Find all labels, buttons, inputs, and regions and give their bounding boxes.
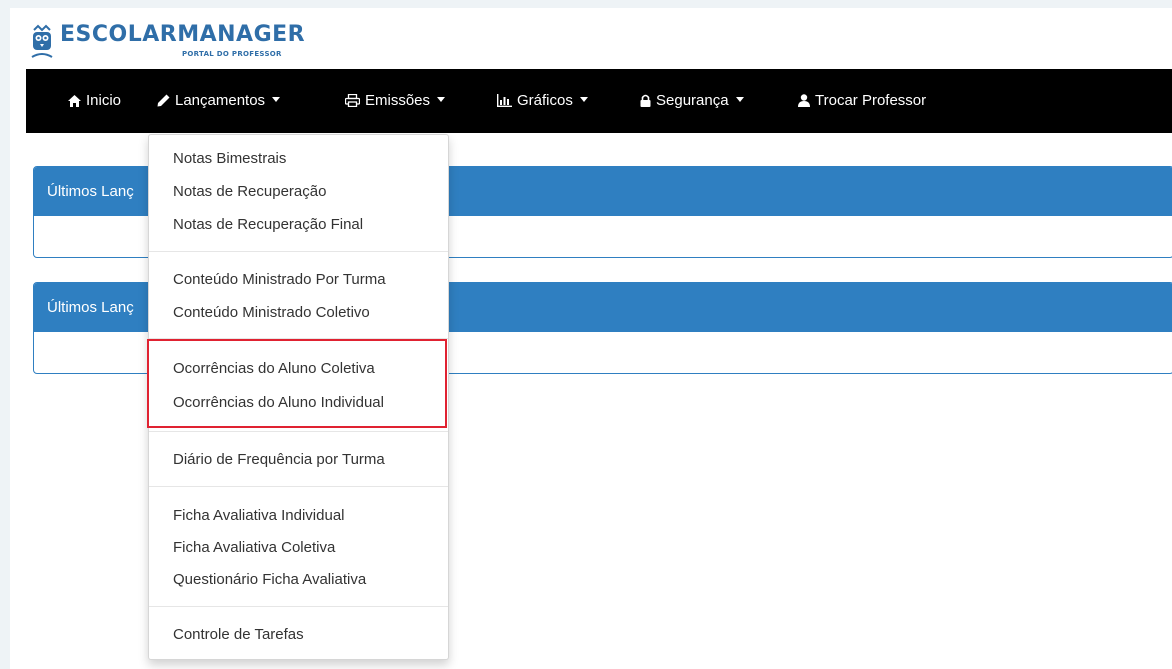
page: ESCOLARMANAGER PORTAL DO PROFESSOR Inici… bbox=[10, 8, 1172, 669]
menu-item-questionario-ficha[interactable]: Questionário Ficha Avaliativa bbox=[173, 571, 366, 588]
nav-trocar-professor-label: Trocar Professor bbox=[815, 92, 927, 109]
user-icon bbox=[798, 94, 810, 107]
menu-item-diario-frequencia[interactable]: Diário de Frequência por Turma bbox=[173, 451, 385, 468]
print-icon bbox=[344, 93, 361, 108]
nav-inicio[interactable]: Inicio bbox=[68, 69, 121, 133]
logo-title: ESCOLARMANAGER bbox=[60, 22, 306, 47]
menu-item-ficha-coletiva[interactable]: Ficha Avaliativa Coletiva bbox=[173, 539, 335, 556]
owl-logo-icon bbox=[31, 24, 53, 58]
home-icon bbox=[68, 95, 81, 107]
nav-inicio-label: Inicio bbox=[86, 92, 122, 109]
menu-divider bbox=[149, 606, 448, 607]
menu-divider bbox=[149, 338, 448, 339]
logo-subtitle: PORTAL DO PROFESSOR bbox=[182, 50, 282, 58]
bar-chart-icon bbox=[497, 94, 512, 107]
menu-divider bbox=[149, 431, 448, 432]
menu-item-ocorrencias-coletiva[interactable]: Ocorrências do Aluno Coletiva bbox=[173, 360, 375, 377]
menu-item-controle-tarefas[interactable]: Controle de Tarefas bbox=[173, 626, 304, 643]
nav-trocar-professor[interactable]: Trocar Professor bbox=[798, 69, 926, 133]
nav-emissoes-label: Emissões bbox=[365, 92, 431, 109]
nav-emissoes[interactable]: Emissões bbox=[344, 69, 446, 133]
menu-divider bbox=[149, 486, 448, 487]
nav-graficos-label: Gráficos bbox=[517, 92, 573, 109]
nav-seguranca-label: Segurança bbox=[656, 92, 729, 109]
menu-item-conteudo-coletivo[interactable]: Conteúdo Ministrado Coletivo bbox=[173, 304, 370, 321]
nav-graficos[interactable]: Gráficos bbox=[497, 69, 588, 133]
menu-item-notas-bimestrais[interactable]: Notas Bimestrais bbox=[173, 150, 286, 167]
nav-seguranca[interactable]: Segurança bbox=[640, 69, 744, 133]
nav-lancamentos-label: Lançamentos bbox=[175, 92, 266, 109]
lancamentos-dropdown-menu: Notas Bimestrais Notas de Recuperação No… bbox=[148, 134, 449, 660]
menu-item-notas-recuperacao-final[interactable]: Notas de Recuperação Final bbox=[173, 216, 363, 233]
menu-item-notas-recuperacao[interactable]: Notas de Recuperação bbox=[173, 183, 326, 200]
nav-lancamentos[interactable]: Lançamentos bbox=[157, 69, 281, 133]
menu-item-conteudo-por-turma[interactable]: Conteúdo Ministrado Por Turma bbox=[173, 271, 386, 288]
lock-icon bbox=[640, 94, 651, 107]
pencil-icon bbox=[157, 94, 170, 107]
chevron-down-icon bbox=[579, 97, 588, 102]
chevron-down-icon bbox=[272, 97, 281, 102]
menu-divider bbox=[149, 251, 448, 252]
menu-item-ficha-individual[interactable]: Ficha Avaliativa Individual bbox=[173, 507, 345, 524]
chevron-down-icon bbox=[437, 97, 446, 102]
chevron-down-icon bbox=[735, 97, 744, 102]
main-navbar: Inicio Lançamentos Emissões Gráficos Seg… bbox=[26, 69, 1172, 133]
menu-item-ocorrencias-individual[interactable]: Ocorrências do Aluno Individual bbox=[173, 394, 384, 411]
